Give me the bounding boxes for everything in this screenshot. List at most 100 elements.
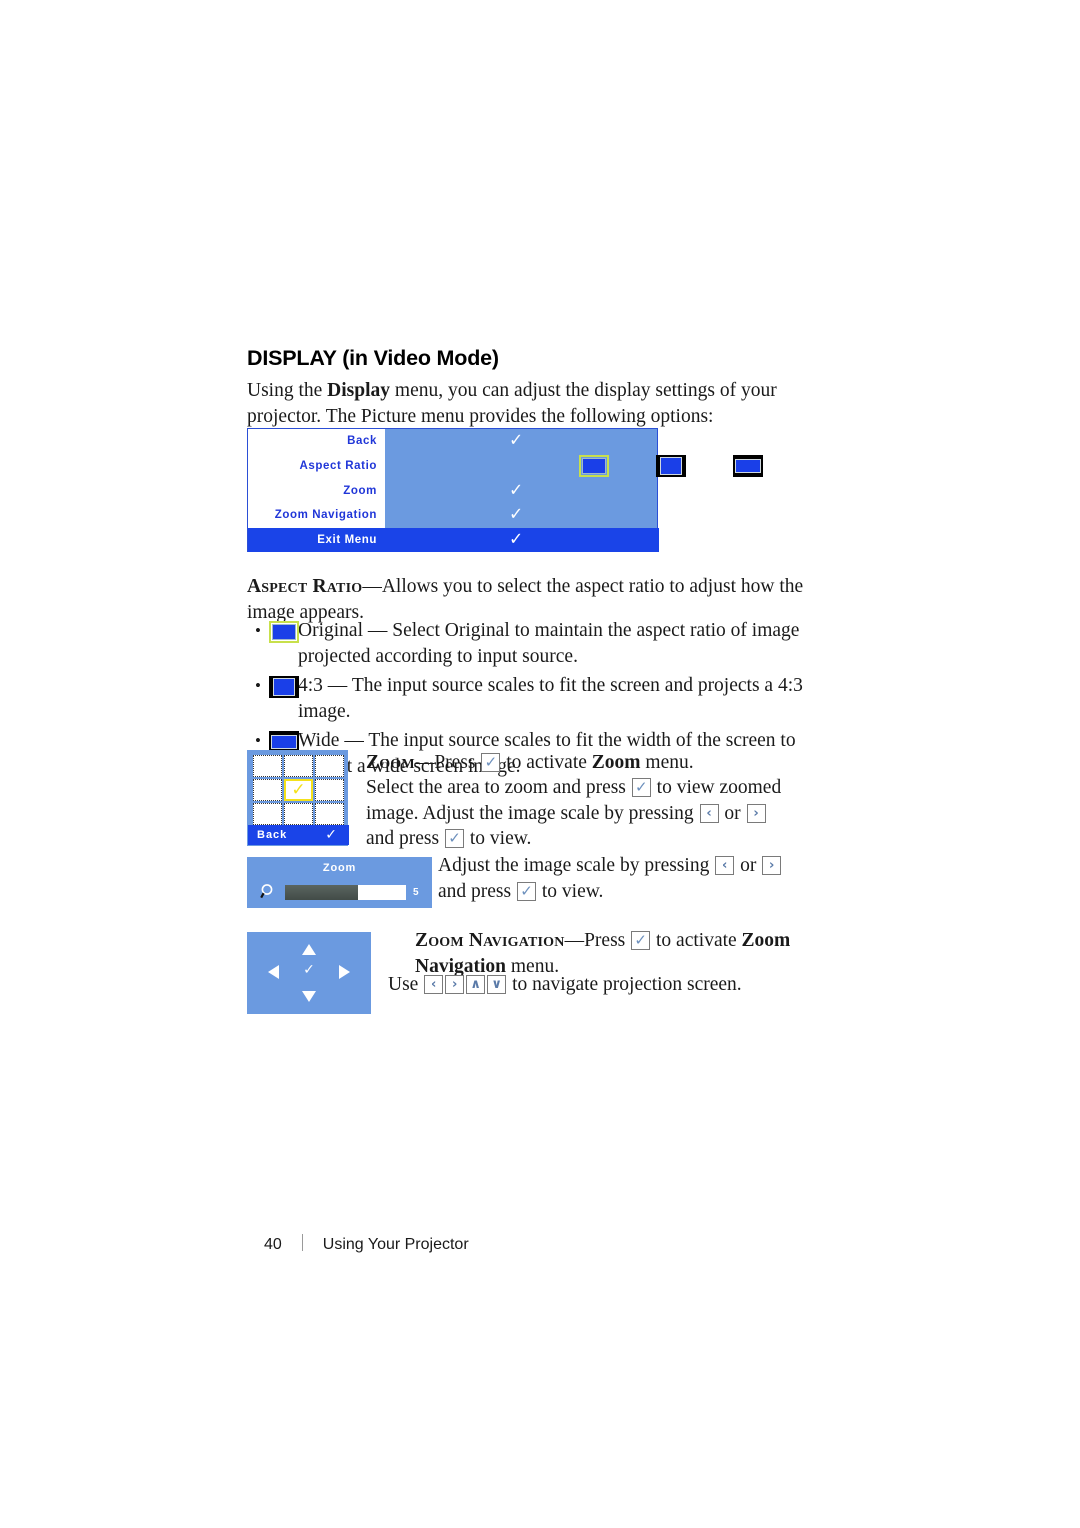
em-dash: — (414, 752, 435, 773)
zoom-slider-instructions: Adjust the image scale by pressing ‹ or … (438, 853, 788, 904)
page-footer: 40 Using Your Projector (264, 1232, 469, 1254)
zoom-line1-a: Press (434, 752, 481, 773)
zoom-line2-a: Select the area to zoom and press (366, 777, 631, 798)
down-arrow-key-icon: ∨ (487, 975, 507, 994)
enter-key-icon: ✓ (444, 829, 464, 848)
list-item: • Original — Select Original to maintain… (253, 618, 808, 669)
zoom-grid-cell-selected[interactable]: ✓ (284, 779, 313, 801)
osd-label-cell: Back (248, 429, 385, 454)
up-arrow-key-icon: ∧ (466, 975, 486, 994)
zoom-grid-cell[interactable] (253, 803, 282, 825)
check-icon: ✓ (509, 504, 524, 525)
zoom-grid-cell[interactable] (315, 779, 344, 801)
check-icon: ✓ (509, 430, 524, 451)
intro-paragraph: Using the Display menu, you can adjust t… (247, 378, 805, 429)
osd-exit-label-cell: Exit Menu (248, 534, 385, 546)
slider-text-or: or (735, 855, 762, 876)
zoom-grid-cell[interactable] (315, 755, 344, 777)
zoom-term: Zoom (366, 752, 415, 773)
zoom-grid-cells: ✓ (253, 755, 344, 825)
em-dash: — (564, 930, 585, 951)
nav-line2-b: to navigate projection screen. (507, 974, 742, 995)
footer-section-title: Using Your Projector (322, 1236, 469, 1253)
osd-row-back[interactable]: Back ✓ (248, 429, 659, 454)
osd-row-exit-menu[interactable]: Exit Menu ✓ (248, 528, 659, 552)
list-item-text: Original — Select Original to maintain t… (298, 620, 800, 667)
osd-menu-graphic: Back ✓ Aspect Ratio Zoom ✓ Zoom Navigati… (247, 428, 763, 552)
intro-before: Using the (247, 380, 328, 401)
check-icon: ✓ (303, 962, 315, 978)
zoom-line1-bold: Zoom (591, 752, 641, 773)
bullet-dot: • (255, 676, 261, 695)
page-title: DISPLAY (in Video Mode) (247, 346, 499, 370)
down-arrow-icon (302, 991, 316, 1002)
right-arrow-key-icon: › (746, 803, 766, 823)
aspect-wide-icon (733, 455, 763, 478)
slider-text-a: Adjust the image scale by pressing (438, 855, 715, 876)
list-item: • 4:3 — The input source scales to fit t… (253, 673, 808, 724)
zoom-line3-or: or (719, 802, 746, 824)
right-arrow-key-icon: › (445, 975, 465, 994)
zoom-slider-value: 5 (413, 887, 419, 898)
magnifier-icon (260, 883, 278, 901)
check-icon: ✓ (325, 827, 337, 843)
left-arrow-key-icon: ‹ (424, 975, 444, 994)
aspect-original-icon (579, 455, 609, 478)
aspect-4-3-option[interactable] (656, 455, 686, 478)
zoom-navigation-pad-graphic: ✓ (247, 932, 371, 1014)
osd-label-zoom-navigation: Zoom Navigation (274, 509, 377, 522)
bullet-dot: • (255, 621, 261, 640)
zoom-grid-cell[interactable] (284, 803, 313, 825)
enter-key-icon: ✓ (631, 778, 651, 797)
zoom-grid-cell[interactable] (253, 779, 282, 801)
osd-label-back: Back (347, 435, 377, 448)
right-arrow-key-icon: › (762, 856, 782, 875)
aspect-wide-option[interactable] (733, 455, 763, 478)
enter-key-icon: ✓ (631, 931, 651, 950)
osd-row-aspect-ratio[interactable]: Aspect Ratio (248, 453, 763, 479)
osd-value-cell: ✓ (385, 478, 659, 503)
zoom-grid-cell[interactable] (253, 755, 282, 777)
osd-label-cell: Zoom (248, 478, 385, 504)
left-arrow-key-icon: ‹ (699, 803, 719, 823)
zoom-slider-fill (285, 885, 358, 900)
zoom-line1-c: menu. (640, 752, 694, 773)
zoom-line3-b: and press (366, 828, 444, 849)
aspect-ratio-term: Aspect Ratio (247, 576, 363, 597)
nav-line1-b: to activate (651, 930, 742, 951)
aspect-original-icon (269, 621, 299, 651)
osd-value-cell (385, 454, 763, 479)
zoom-line3-a: Adjust the image scale by pressing (422, 802, 699, 824)
list-item-text: 4:3 — The input source scales to fit the… (298, 675, 803, 722)
osd-value-cell: ✓ (385, 503, 659, 528)
zoom-grid-cell[interactable] (315, 803, 344, 825)
zoom-grid-back-bar[interactable]: Back ✓ (248, 825, 349, 845)
zoom-slider-track[interactable] (285, 885, 406, 900)
zoom-paragraph: Zoom—Press ✓ to activate Zoom menu. (366, 750, 806, 776)
osd-row-zoom[interactable]: Zoom ✓ (248, 478, 659, 504)
zoom-line1-b: to activate (501, 752, 592, 773)
osd-value-cell: ✓ (385, 429, 659, 454)
footer-divider (301, 1234, 303, 1251)
zoom-grid-graphic: ✓ Back ✓ (247, 750, 349, 846)
aspect-4-3-icon (656, 455, 686, 478)
check-icon: ✓ (509, 529, 524, 550)
check-icon: ✓ (509, 480, 524, 501)
em-dash: — (362, 576, 382, 597)
zoom-line3-c: to view. (464, 828, 532, 849)
zoom-grid-cell[interactable] (284, 755, 313, 777)
nav-line2-a: Use (388, 974, 424, 995)
enter-key-icon: ✓ (516, 881, 536, 901)
zoom-navigation-instructions: Use ‹ › ∧ ∨ to navigate projection screen. (388, 972, 808, 998)
osd-label-exit-menu: Exit Menu (317, 534, 377, 546)
osd-rows: Back ✓ Aspect Ratio Zoom ✓ Zoom Navigati… (248, 429, 763, 528)
aspect-ratio-icon-group (522, 454, 796, 479)
osd-row-zoom-navigation[interactable]: Zoom Navigation ✓ (248, 503, 659, 528)
zoom-slider-graphic: Zoom 5 (247, 857, 432, 908)
osd-label-aspect-ratio: Aspect Ratio (299, 460, 377, 473)
zoom-instructions: Select the area to zoom and press ✓ to v… (366, 775, 798, 852)
zoom-grid-back-label: Back (257, 829, 288, 841)
nav-line1-a: Press (584, 930, 631, 951)
aspect-original-option[interactable] (579, 455, 609, 478)
slider-text-c: to view. (536, 880, 604, 902)
